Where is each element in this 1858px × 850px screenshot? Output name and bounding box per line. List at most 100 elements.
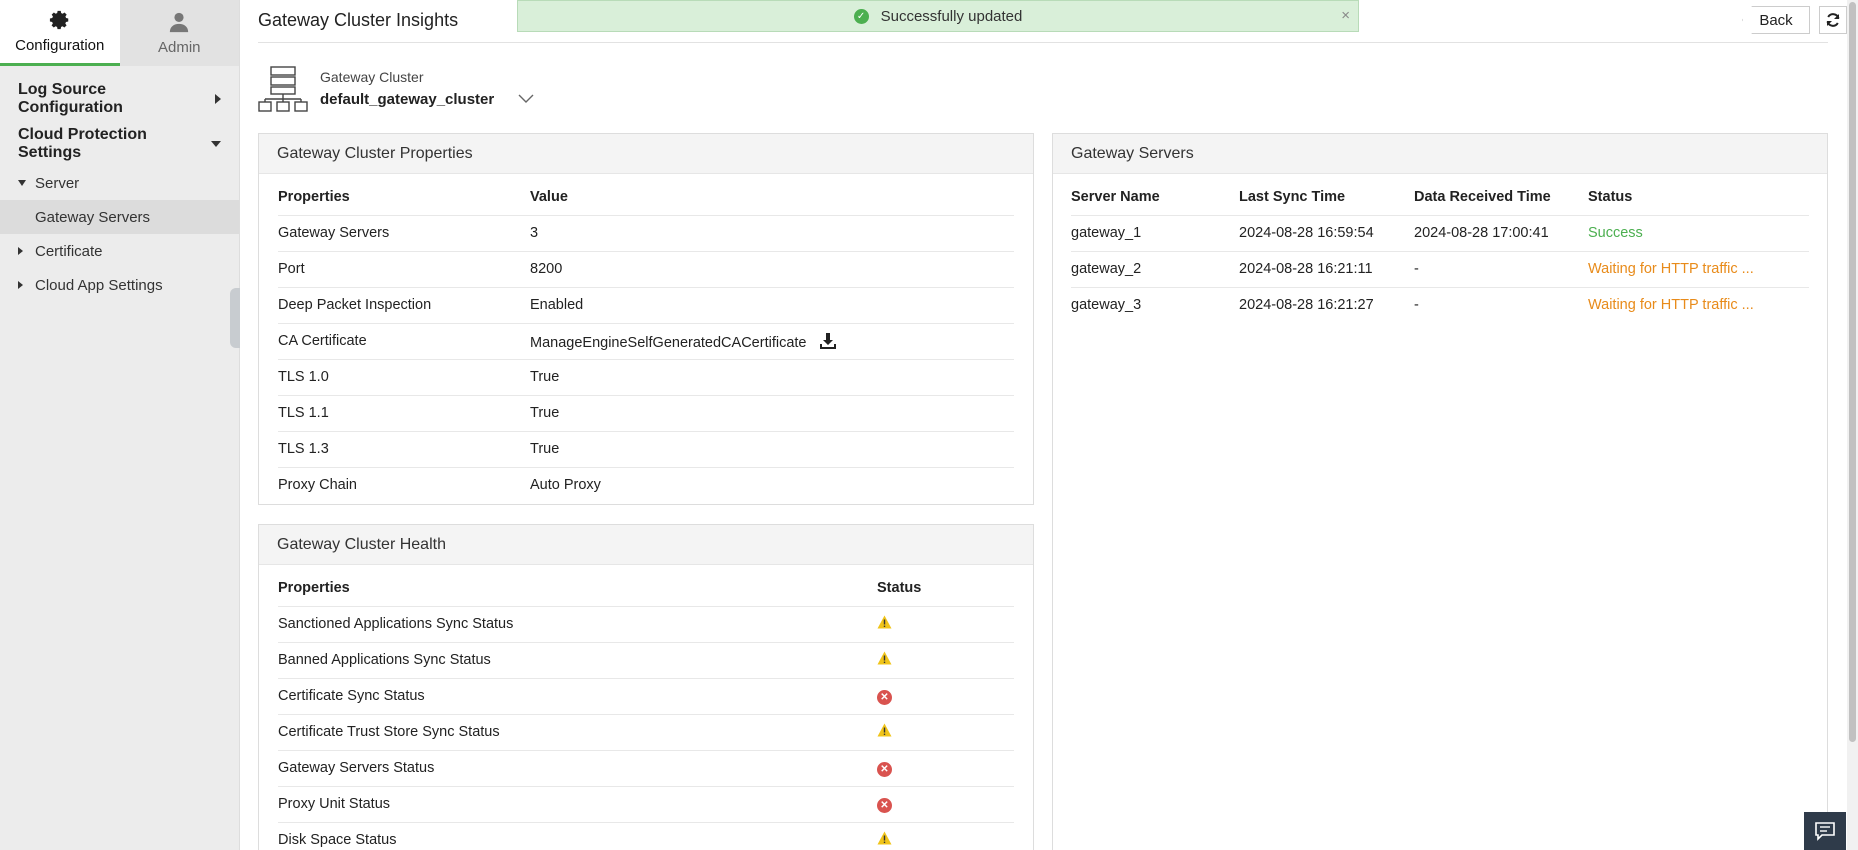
col-status: Status — [1588, 188, 1633, 205]
health-table: Properties Status Sanctioned Application… — [278, 570, 1014, 850]
health-panel-title: Gateway Cluster Health — [259, 525, 1033, 565]
property-value: 3 — [530, 214, 1014, 251]
table-row: TLS 1.1 True — [278, 394, 1014, 431]
col-value: Value — [530, 188, 568, 205]
toast-message: Successfully updated — [880, 7, 1023, 25]
last-sync-time: 2024-08-28 16:21:11 — [1239, 250, 1414, 287]
warning-icon — [877, 831, 892, 845]
server-status: Success — [1588, 214, 1809, 251]
tab-admin-label: Admin — [157, 38, 201, 56]
table-row: Certificate Trust Store Sync Status — [278, 713, 1014, 750]
table-row[interactable]: gateway_2 2024-08-28 16:21:11 - Waiting … — [1071, 250, 1809, 287]
caret-right-icon — [215, 93, 221, 104]
page-title: Gateway Cluster Insights — [258, 10, 459, 30]
col-properties: Properties — [278, 188, 350, 205]
table-row: Gateway Servers 3 — [278, 214, 1014, 251]
health-status-cell — [877, 641, 1014, 678]
caret-right-icon — [18, 281, 23, 289]
health-property-name: Certificate Sync Status — [278, 677, 877, 714]
success-toast: ✓ Successfully updated × — [517, 0, 1359, 32]
back-button[interactable]: Back — [1742, 6, 1810, 34]
refresh-icon — [1826, 13, 1840, 27]
health-panel: Gateway Cluster Health Properties Status… — [258, 524, 1034, 850]
user-icon — [170, 12, 189, 32]
properties-panel-title: Gateway Cluster Properties — [259, 134, 1033, 174]
health-status-cell: ✕ — [877, 749, 1014, 786]
tree-item-server[interactable]: Server — [0, 166, 239, 200]
col-server-name: Server Name — [1071, 188, 1160, 205]
table-row: Sanctioned Applications Sync Status — [278, 605, 1014, 642]
property-name: CA Certificate — [278, 322, 530, 359]
top-tabs: Configuration Admin — [0, 0, 239, 66]
warning-icon — [877, 615, 892, 629]
tab-admin[interactable]: Admin — [119, 0, 239, 66]
cluster-name: default_gateway_cluster — [320, 91, 495, 108]
check-circle-icon: ✓ — [853, 8, 869, 24]
health-property-name: Gateway Servers Status — [278, 749, 877, 786]
property-value: True — [530, 430, 1014, 467]
tree-item-certificate[interactable]: Certificate — [0, 234, 239, 268]
gateway-servers-panel-title: Gateway Servers — [1053, 134, 1827, 174]
col-last-sync-time: Last Sync Time — [1239, 188, 1346, 205]
property-value: True — [530, 358, 1014, 395]
gateway-servers-table: Server Name Last Sync Time Data Received… — [1071, 179, 1809, 323]
table-row: Gateway Servers Status ✕ — [278, 749, 1014, 786]
error-icon: ✕ — [877, 761, 892, 777]
gear-icon — [49, 10, 68, 30]
chevron-down-icon[interactable] — [518, 94, 534, 104]
table-row[interactable]: gateway_3 2024-08-28 16:21:27 - Waiting … — [1071, 286, 1809, 323]
tree-item-cloud-app-settings-label: Cloud App Settings — [35, 276, 163, 294]
tab-configuration-label: Configuration — [15, 37, 105, 54]
health-status-cell: ✕ — [877, 677, 1014, 714]
last-sync-time: 2024-08-28 16:59:54 — [1239, 214, 1414, 251]
data-received-time: - — [1414, 250, 1588, 287]
menu-cloud-protection-settings[interactable]: Cloud Protection Settings — [0, 121, 239, 166]
tree-item-certificate-label: Certificate — [35, 242, 103, 260]
table-row: Certificate Sync Status ✕ — [278, 677, 1014, 714]
tree-item-gateway-servers[interactable]: Gateway Servers — [0, 200, 239, 234]
tree-item-cloud-app-settings[interactable]: Cloud App Settings — [0, 268, 239, 302]
error-icon: ✕ — [877, 797, 892, 813]
cluster-hierarchy-icon — [258, 66, 308, 112]
property-value: True — [530, 394, 1014, 431]
main-content: Gateway Cluster Insights ✓ Successfully … — [241, 0, 1847, 850]
tree-item-server-label: Server — [35, 174, 80, 192]
chat-button[interactable] — [1804, 812, 1846, 850]
refresh-button[interactable] — [1819, 6, 1847, 34]
table-row: Disk Space Status — [278, 821, 1014, 850]
health-status-cell — [877, 821, 1014, 850]
vertical-scrollbar[interactable] — [1847, 0, 1858, 850]
cluster-label: Gateway Cluster — [320, 69, 424, 85]
menu-log-source-configuration[interactable]: Log Source Configuration — [0, 76, 239, 121]
error-icon: ✕ — [877, 689, 892, 705]
table-header-row: Server Name Last Sync Time Data Received… — [1071, 179, 1809, 215]
health-property-name: Certificate Trust Store Sync Status — [278, 713, 877, 750]
property-name: Deep Packet Inspection — [278, 286, 530, 323]
property-value-cell: ManageEngineSelfGeneratedCACertificate — [530, 322, 1014, 359]
sidebar-collapse-handle[interactable] — [230, 288, 240, 348]
table-row: TLS 1.3 True — [278, 430, 1014, 467]
scrollbar-thumb[interactable] — [1849, 2, 1856, 742]
tab-configuration[interactable]: Configuration — [0, 0, 120, 66]
close-icon[interactable]: × — [1341, 7, 1350, 24]
server-status: Waiting for HTTP traffic ... — [1588, 250, 1809, 287]
server-name: gateway_3 — [1071, 286, 1239, 323]
properties-table: Properties Value Gateway Servers 3 Port 82… — [278, 179, 1014, 503]
back-button-label: Back — [1759, 11, 1793, 29]
warning-icon — [877, 651, 892, 665]
health-property-name: Sanctioned Applications Sync Status — [278, 605, 877, 642]
property-name: TLS 1.0 — [278, 358, 530, 395]
tree-item-gateway-servers-label: Gateway Servers — [35, 208, 151, 226]
col-status: Status — [877, 579, 922, 596]
server-status: Waiting for HTTP traffic ... — [1588, 286, 1809, 323]
page-header: Gateway Cluster Insights ✓ Successfully … — [258, 0, 1847, 43]
server-name: gateway_2 — [1071, 250, 1239, 287]
table-row: Proxy Unit Status ✕ — [278, 785, 1014, 822]
health-status-cell — [877, 713, 1014, 750]
download-icon[interactable] — [819, 332, 837, 350]
table-row[interactable]: gateway_1 2024-08-28 16:59:54 2024-08-28… — [1071, 214, 1809, 251]
health-property-name: Banned Applications Sync Status — [278, 641, 877, 678]
menu-cloud-protection-label: Cloud Protection Settings — [18, 125, 147, 161]
health-property-name: Proxy Unit Status — [278, 785, 877, 822]
property-name: Proxy Chain — [278, 466, 530, 503]
